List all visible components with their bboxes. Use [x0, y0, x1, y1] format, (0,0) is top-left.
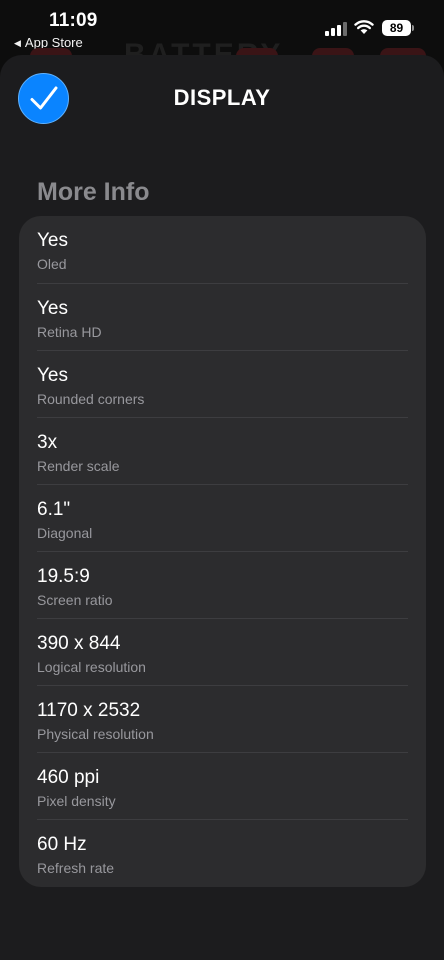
info-label: Retina HD — [37, 324, 102, 340]
info-label: Diagonal — [37, 525, 93, 541]
info-label: Oled — [37, 256, 67, 272]
screen: 11:09 ◀App Store 89 BATTERY — [0, 0, 444, 960]
info-value: 3x — [37, 432, 58, 453]
status-time: 11:09 — [49, 10, 98, 31]
info-value: 390 x 844 — [37, 633, 121, 654]
info-row-physical-resolution: 1170 x 2532 Physical resolution — [37, 685, 408, 752]
info-label: Refresh rate — [37, 860, 115, 876]
wifi-icon — [354, 19, 374, 35]
info-row-render-scale: 3x Render scale — [37, 417, 408, 484]
info-value: Yes — [37, 230, 68, 251]
info-row-pixel-density: 460 ppi Pixel density — [37, 752, 408, 819]
info-row-rounded-corners: Yes Rounded corners — [37, 350, 408, 417]
info-row-screen-ratio: 19.5:9 Screen ratio — [37, 551, 408, 618]
info-label: Pixel density — [37, 793, 116, 809]
battery-tip — [412, 25, 414, 31]
info-value: 6.1" — [37, 499, 71, 520]
info-row-diagonal: 6.1" Diagonal — [37, 484, 408, 551]
info-label: Render scale — [37, 458, 120, 474]
info-value: Yes — [37, 365, 68, 386]
info-value: 19.5:9 — [37, 566, 90, 587]
info-label: Physical resolution — [37, 726, 154, 742]
signal-icon — [325, 22, 347, 36]
info-row-logical-resolution: 390 x 844 Logical resolution — [37, 618, 408, 685]
display-sheet: DISPLAY More Info Yes Oled Yes Retina HD… — [0, 55, 444, 960]
battery-icon: 89 — [382, 20, 411, 36]
info-label: Logical resolution — [37, 659, 146, 675]
info-list: Yes Oled Yes Retina HD Yes Rounded corne… — [19, 216, 426, 887]
info-value: 1170 x 2532 — [37, 700, 141, 721]
info-row-retina-hd: Yes Retina HD — [37, 283, 408, 350]
info-row-refresh-rate: 60 Hz Refresh rate — [37, 819, 408, 886]
sheet-title: DISPLAY — [173, 85, 271, 110]
info-value: Yes — [37, 298, 68, 319]
info-label: Screen ratio — [37, 592, 113, 608]
info-row-oled: Yes Oled — [37, 216, 408, 283]
info-value: 460 ppi — [37, 767, 100, 788]
info-label: Rounded corners — [37, 391, 145, 407]
section-header: More Info — [37, 178, 150, 206]
info-value: 60 Hz — [37, 834, 87, 855]
